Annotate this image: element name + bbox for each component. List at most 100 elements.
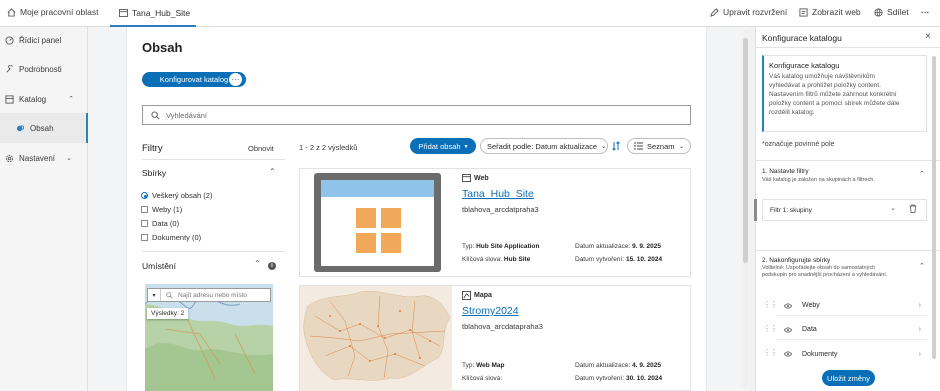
chevron-up-icon[interactable]: ⌃ bbox=[269, 167, 276, 176]
card-title-link[interactable]: Tana_Hub_Site bbox=[462, 188, 534, 200]
site-icon bbox=[119, 8, 128, 17]
drag-marker bbox=[754, 199, 757, 221]
filters-title: Filtry bbox=[142, 143, 163, 154]
chevron-up-icon[interactable]: ⌃ bbox=[254, 259, 261, 268]
card-created-meta: Datum vytvoření: 15. 10. 2024 bbox=[575, 256, 663, 263]
sidebar-item-content[interactable]: Obsah bbox=[0, 113, 88, 143]
card-keywords-meta: Klíčová slova: Hub Site bbox=[462, 256, 531, 263]
trash-icon[interactable] bbox=[909, 204, 917, 213]
map-search-placeholder: Najít adresu nebo místo bbox=[178, 291, 248, 299]
eye-icon[interactable] bbox=[784, 303, 792, 309]
card-title-link[interactable]: Stromy2024 bbox=[462, 305, 519, 317]
location-map[interactable]: ▾ Najít adresu nebo místo Výsledky: 2 bbox=[145, 284, 273, 391]
divider bbox=[142, 251, 285, 252]
collection-row-sites[interactable]: Weby › bbox=[776, 296, 927, 316]
more-options-button[interactable]: ··· bbox=[921, 7, 930, 17]
map-thumbnail bbox=[300, 286, 452, 391]
sidebar-item-dashboard[interactable]: Řídicí panel bbox=[0, 33, 88, 47]
web-icon bbox=[462, 174, 471, 182]
collection-option-sites[interactable]: Weby (1) bbox=[141, 205, 182, 214]
collection-row-data[interactable]: Data › bbox=[776, 320, 927, 340]
page-title: Obsah bbox=[142, 40, 183, 55]
close-icon[interactable]: × bbox=[925, 31, 931, 42]
sidebar-item-settings[interactable]: Nastavení ⌄ bbox=[0, 151, 88, 165]
card-keywords-meta: Klíčová slova: bbox=[462, 375, 503, 382]
divider bbox=[755, 160, 940, 161]
content-card[interactable]: Web Tana_Hub_Site tblahova_arcdatpraha3 … bbox=[299, 168, 691, 277]
card-owner: tblahova_arcdatapraha3 bbox=[462, 322, 543, 331]
edit-layout-button[interactable]: Upravit rozvržení bbox=[710, 7, 787, 17]
checkbox[interactable] bbox=[141, 206, 148, 213]
filter-row[interactable]: Filtr 1: skupiny bbox=[762, 199, 927, 221]
drag-handle-icon[interactable]: ⋮⋮ bbox=[763, 348, 778, 357]
more-actions-button[interactable]: ··· bbox=[228, 72, 243, 87]
radio-selected[interactable] bbox=[141, 192, 148, 199]
step2-title: 2. Nakonfigurujte sbírky bbox=[762, 257, 831, 264]
site-tab-label: Tana_Hub_Site bbox=[132, 7, 191, 18]
eye-icon[interactable] bbox=[784, 327, 792, 333]
workspace-label: Moje pracovní oblast bbox=[20, 7, 99, 17]
site-thumbnail bbox=[314, 173, 441, 272]
map-icon bbox=[462, 291, 471, 300]
card-updated-meta: Datum aktualizace: 9. 9. 2025 bbox=[575, 243, 662, 250]
collection-option-data[interactable]: Data (0) bbox=[141, 219, 179, 228]
workspace-link[interactable]: Moje pracovní oblast bbox=[7, 7, 98, 17]
add-content-button[interactable]: Přidat obsah ▾ bbox=[410, 138, 476, 154]
save-changes-button[interactable]: Uložit změny bbox=[822, 370, 875, 386]
chevron-right-icon[interactable]: › bbox=[919, 302, 921, 309]
collections-title: Sbírky bbox=[142, 168, 167, 178]
chevron-down-icon: ▾ bbox=[464, 143, 468, 150]
step2-desc: podskupin pro snadnější procházení a vyh… bbox=[762, 272, 888, 278]
chevron-up-icon[interactable]: ⌃ bbox=[919, 170, 925, 178]
collection-row-documents[interactable]: Dokumenty › bbox=[776, 344, 927, 364]
sidebar-item-label: Katalog bbox=[19, 94, 47, 104]
card-created-meta: Datum vytvoření: 30. 10. 2024 bbox=[575, 375, 663, 382]
content-card[interactable]: Mapa Stromy2024 tblahova_arcdatapraha3 T… bbox=[299, 285, 691, 391]
sort-direction-icon[interactable] bbox=[612, 141, 621, 151]
chevron-up-icon[interactable]: ⌃ bbox=[919, 262, 925, 270]
panel-scrollbar-thumb[interactable] bbox=[932, 56, 936, 359]
chevron-right-icon[interactable]: › bbox=[919, 326, 921, 333]
eye-icon[interactable] bbox=[784, 351, 792, 357]
wrench-icon bbox=[6, 64, 13, 73]
chevron-down-icon[interactable]: ⌄ bbox=[890, 204, 896, 212]
info-icon[interactable]: i bbox=[268, 262, 276, 270]
divider bbox=[755, 47, 940, 48]
share-button[interactable]: Sdílet bbox=[874, 7, 909, 17]
sort-dropdown[interactable]: Seřadit podle: Datum aktualizace ⌄ bbox=[480, 138, 608, 154]
collection-option-all[interactable]: Veškerý obsah (2) bbox=[141, 191, 212, 200]
map-search-input[interactable]: ▾ Najít adresu nebo místo bbox=[147, 288, 271, 302]
pencil-icon bbox=[710, 7, 719, 17]
filter-label: Filtr 1: skupiny bbox=[770, 206, 812, 214]
collection-label: Dokumenty bbox=[802, 350, 838, 358]
refresh-link[interactable]: Obnovit bbox=[248, 144, 274, 153]
view-web-button[interactable]: Zobrazit web bbox=[799, 7, 861, 17]
checkbox[interactable] bbox=[141, 220, 148, 227]
checkbox[interactable] bbox=[141, 234, 148, 241]
sort-label: Seřadit podle: Datum aktualizace bbox=[487, 141, 598, 151]
sidebar-item-catalog[interactable]: Katalog ⌃ bbox=[0, 92, 88, 106]
home-icon bbox=[7, 7, 16, 17]
collection-option-documents[interactable]: Dokumenty (0) bbox=[141, 233, 201, 242]
drag-handle-icon[interactable]: ⋮⋮ bbox=[763, 324, 778, 333]
notice-text: položky content a pomocí sbírek můžete d… bbox=[769, 100, 900, 107]
sidebar-item-details[interactable]: Podrobnosti bbox=[0, 62, 88, 76]
tab-site[interactable]: Tana_Hub_Site bbox=[110, 0, 196, 27]
search-icon bbox=[166, 291, 173, 299]
drag-handle-icon[interactable]: ⋮⋮ bbox=[763, 300, 778, 309]
location-title: Umístění bbox=[142, 261, 177, 271]
chevron-right-icon[interactable]: › bbox=[919, 351, 921, 358]
gear-icon bbox=[5, 154, 14, 162]
sidebar-item-label: Obsah bbox=[30, 123, 54, 133]
step1-desc: Váš katalog je založen na skupinách a fi… bbox=[762, 177, 875, 183]
main-scrollbar-thumb[interactable] bbox=[743, 38, 748, 263]
search-input[interactable]: Vyhledávání bbox=[142, 105, 691, 125]
caret-down-icon[interactable]: ▾ bbox=[148, 289, 161, 301]
divider bbox=[755, 250, 940, 251]
search-icon bbox=[151, 110, 160, 119]
sidebar-item-label: Řídicí panel bbox=[19, 35, 62, 45]
panel-scrollbar[interactable] bbox=[932, 50, 937, 368]
view-dropdown[interactable]: Seznam ⌄ bbox=[627, 138, 691, 154]
main-scrollbar[interactable] bbox=[742, 30, 749, 388]
search-placeholder: Vyhledávání bbox=[166, 110, 208, 120]
